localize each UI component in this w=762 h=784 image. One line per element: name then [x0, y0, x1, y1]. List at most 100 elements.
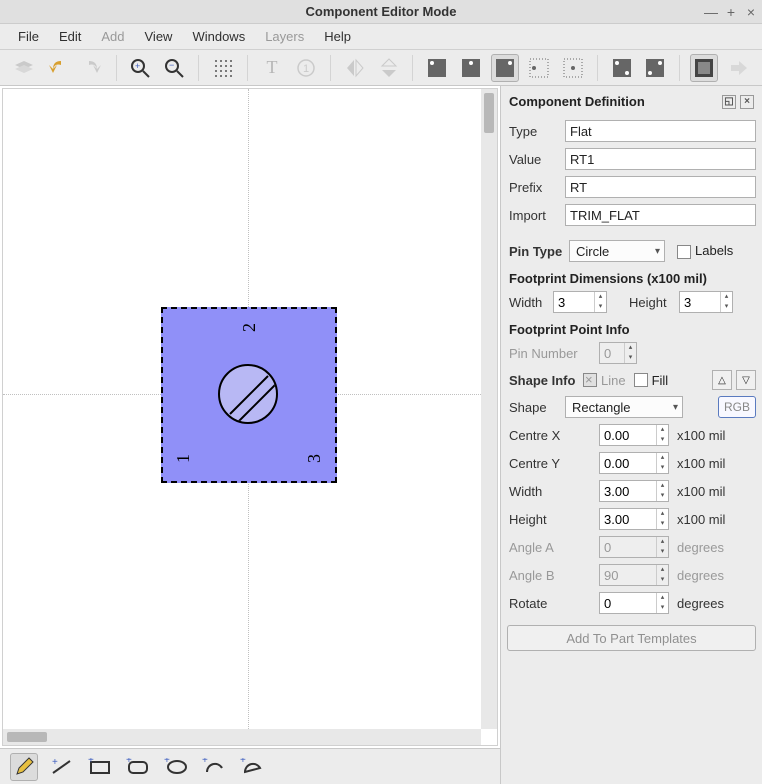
- svg-text:1: 1: [303, 63, 309, 75]
- sheight-spinner[interactable]: ▴▾: [599, 508, 669, 530]
- chord-icon[interactable]: +: [238, 753, 266, 781]
- menu-layers: Layers: [255, 25, 314, 48]
- dist-1-icon[interactable]: [608, 54, 636, 82]
- centrex-label: Centre X: [507, 428, 599, 443]
- grid-icon[interactable]: [209, 54, 237, 82]
- centrey-spinner[interactable]: ▴▾: [599, 452, 669, 474]
- arc-icon[interactable]: +: [200, 753, 228, 781]
- height-spinner[interactable]: ▴▾: [679, 291, 733, 313]
- draw-toolbar: + + + + + +: [0, 748, 500, 784]
- menu-add: Add: [91, 25, 134, 48]
- text-icon: T: [258, 54, 286, 82]
- fill-label: Fill: [652, 373, 669, 388]
- line-checkbox: ×: [583, 373, 597, 387]
- titlebar: Component Editor Mode — + ×: [0, 0, 762, 24]
- type-label: Type: [507, 124, 565, 139]
- rotate-spinner[interactable]: ▴▾: [599, 592, 669, 614]
- component-definition-panel: Component Definition ◱ × Type Value Pref…: [500, 86, 762, 784]
- svg-text:−: −: [169, 60, 174, 70]
- rounded-rect-icon[interactable]: +: [124, 753, 152, 781]
- svg-text:+: +: [202, 758, 208, 766]
- svg-text:+: +: [135, 61, 140, 71]
- snap-2-icon[interactable]: [457, 54, 485, 82]
- shape-select[interactable]: Rectangle: [565, 396, 683, 418]
- swidth-spinner[interactable]: ▴▾: [599, 480, 669, 502]
- component-rectangle[interactable]: 1 2 3: [161, 307, 337, 483]
- menu-edit[interactable]: Edit: [49, 25, 91, 48]
- number-icon: 1: [292, 54, 320, 82]
- snap-1-icon[interactable]: [423, 54, 451, 82]
- component-circle[interactable]: [218, 364, 278, 424]
- shape-label: Shape: [507, 400, 565, 415]
- pin-1: 1: [173, 454, 194, 463]
- menubar: File Edit Add View Windows Layers Help: [0, 24, 762, 50]
- svg-text:+: +: [240, 758, 246, 766]
- labels-checkbox[interactable]: [677, 245, 691, 259]
- panel-detach-icon[interactable]: ◱: [722, 95, 736, 109]
- line-icon[interactable]: +: [48, 753, 76, 781]
- rect-icon[interactable]: +: [86, 753, 114, 781]
- dims-title: Footprint Dimensions (x100 mil): [507, 265, 756, 288]
- pointinfo-title: Footprint Point Info: [507, 316, 756, 339]
- menu-help[interactable]: Help: [314, 25, 361, 48]
- width-spinner[interactable]: ▴▾: [553, 291, 607, 313]
- pinnum-label: Pin Number: [507, 346, 599, 361]
- redo-icon: [78, 54, 106, 82]
- move-up-icon[interactable]: △: [712, 370, 732, 390]
- snap-5-icon[interactable]: [559, 54, 587, 82]
- import-label: Import: [507, 208, 565, 223]
- maximize-icon[interactable]: +: [724, 5, 738, 19]
- snap-4-icon[interactable]: [525, 54, 553, 82]
- value-label: Value: [507, 152, 565, 167]
- zoom-in-icon[interactable]: +: [127, 54, 155, 82]
- menu-view[interactable]: View: [135, 25, 183, 48]
- flip-h-icon: [341, 54, 369, 82]
- prefix-label: Prefix: [507, 180, 565, 195]
- pin-2: 2: [239, 323, 260, 332]
- svg-text:+: +: [164, 758, 170, 766]
- close-icon[interactable]: ×: [744, 5, 758, 19]
- undo-icon[interactable]: [44, 54, 72, 82]
- anglea-label: Angle A: [507, 540, 599, 555]
- main-toolbar: + − T 1: [0, 50, 762, 86]
- dist-2-icon[interactable]: [642, 54, 670, 82]
- svg-text:+: +: [52, 758, 58, 768]
- width-label: Width: [507, 295, 553, 310]
- horizontal-scrollbar[interactable]: [3, 729, 481, 745]
- pintype-label: Pin Type: [507, 244, 569, 259]
- window-title: Component Editor Mode: [306, 4, 457, 19]
- canvas-area[interactable]: 1 2 3: [2, 88, 498, 746]
- pencil-icon[interactable]: [10, 753, 38, 781]
- vertical-scrollbar[interactable]: [481, 89, 497, 729]
- panel-close-icon[interactable]: ×: [740, 95, 754, 109]
- move-down-icon[interactable]: ▽: [736, 370, 756, 390]
- snap-3-icon[interactable]: [491, 54, 519, 82]
- centrex-spinner[interactable]: ▴▾: [599, 424, 669, 446]
- angleb-label: Angle B: [507, 568, 599, 583]
- ellipse-icon[interactable]: +: [162, 753, 190, 781]
- pinnum-spinner: ▴▾: [599, 342, 637, 364]
- svg-text:+: +: [88, 758, 94, 766]
- pintype-select[interactable]: Circle: [569, 240, 665, 262]
- rgb-button[interactable]: RGB: [718, 396, 756, 418]
- svg-text:+: +: [126, 758, 132, 766]
- layers-icon: [10, 54, 38, 82]
- centrey-label: Centre Y: [507, 456, 599, 471]
- value-input[interactable]: [565, 148, 756, 170]
- active-tool-icon[interactable]: [690, 54, 718, 82]
- height-label: Height: [627, 295, 679, 310]
- labels-label: Labels: [695, 243, 733, 258]
- menu-windows[interactable]: Windows: [182, 25, 255, 48]
- add-to-templates-button[interactable]: Add To Part Templates: [507, 625, 756, 651]
- type-input[interactable]: [565, 120, 756, 142]
- fill-checkbox[interactable]: [634, 373, 648, 387]
- minimize-icon[interactable]: —: [704, 5, 718, 19]
- line-label: Line: [601, 373, 626, 388]
- import-input[interactable]: [565, 204, 756, 226]
- sheight-label: Height: [507, 512, 599, 527]
- prefix-input[interactable]: [565, 176, 756, 198]
- swidth-label: Width: [507, 484, 599, 499]
- anglea-spinner: ▴▾: [599, 536, 669, 558]
- menu-file[interactable]: File: [8, 25, 49, 48]
- zoom-out-icon[interactable]: −: [160, 54, 188, 82]
